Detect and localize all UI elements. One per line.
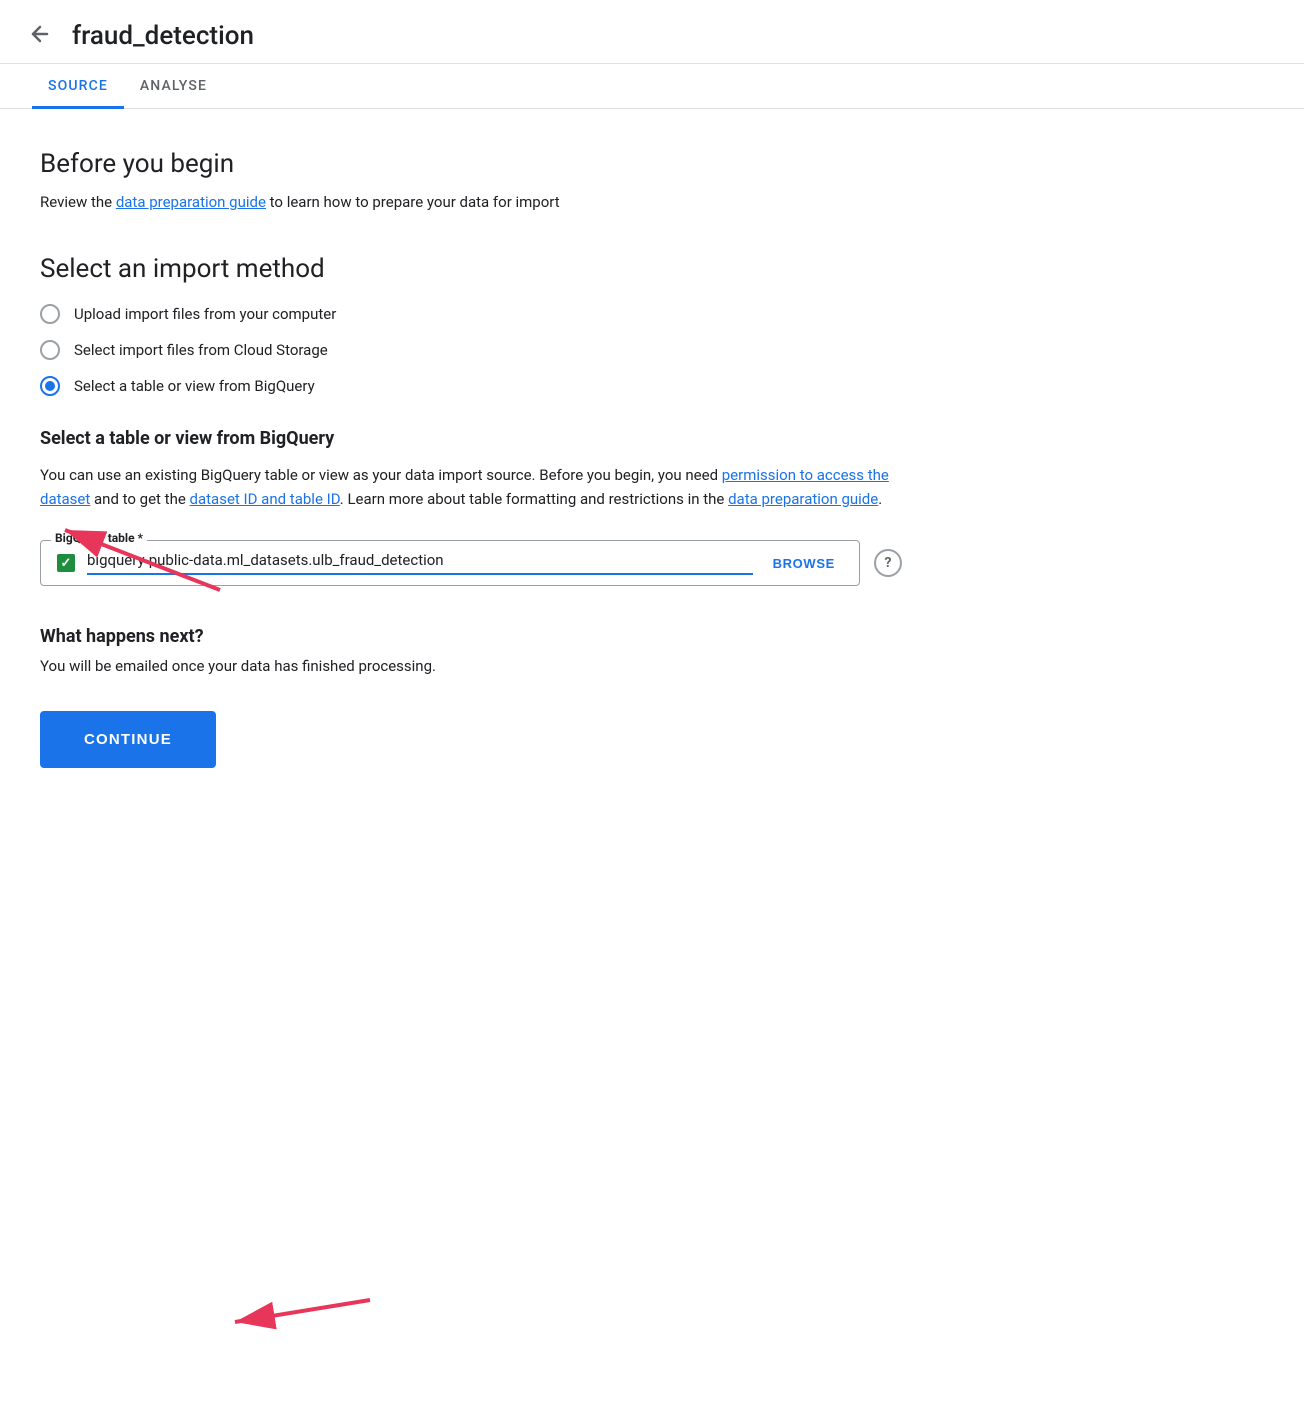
radio-cloud-circle bbox=[40, 340, 60, 360]
radio-bigquery[interactable]: Select a table or view from BigQuery bbox=[40, 376, 940, 396]
continue-button[interactable]: CONTINUE bbox=[40, 711, 216, 768]
dataset-id-link[interactable]: dataset ID and table ID bbox=[190, 490, 340, 508]
bigquery-field-value[interactable]: bigquery-public-data.ml_datasets.ulb_fra… bbox=[87, 551, 753, 575]
help-icon[interactable]: ? bbox=[874, 549, 902, 577]
what-next-title: What happens next? bbox=[40, 626, 940, 647]
before-begin-suffix: to learn how to prepare your data for im… bbox=[266, 193, 560, 211]
radio-upload-circle bbox=[40, 304, 60, 324]
radio-bigquery-circle bbox=[40, 376, 60, 396]
bq-section-title: Select a table or view from BigQuery bbox=[40, 428, 940, 449]
import-method-options: Upload import files from your computer S… bbox=[40, 304, 940, 396]
data-prep-guide-link-2[interactable]: data preparation guide bbox=[728, 490, 878, 508]
before-begin-description: Review the data preparation guide to lea… bbox=[40, 191, 940, 214]
bigquery-section: Select a table or view from BigQuery You… bbox=[40, 428, 940, 587]
main-content: Before you begin Review the data prepara… bbox=[0, 109, 980, 828]
before-begin-prefix: Review the bbox=[40, 193, 116, 211]
page-title: fraud_detection bbox=[72, 21, 254, 51]
import-method-title: Select an import method bbox=[40, 254, 940, 284]
bigquery-field-wrapper: BigQuery table * bigquery-public-data.ml… bbox=[40, 540, 940, 586]
bigquery-field-label: BigQuery table * bbox=[51, 531, 147, 545]
radio-bigquery-label: Select a table or view from BigQuery bbox=[74, 377, 315, 395]
tabs-bar: SOURCE ANALYSE bbox=[0, 64, 1304, 109]
continue-area: CONTINUE bbox=[40, 711, 216, 768]
bigquery-field-box: BigQuery table * bigquery-public-data.ml… bbox=[40, 540, 860, 586]
browse-button[interactable]: BROWSE bbox=[765, 556, 843, 571]
field-checkbox-green bbox=[57, 554, 75, 572]
bq-desc-middle: and to get the bbox=[90, 490, 189, 508]
radio-upload-label: Upload import files from your computer bbox=[74, 305, 336, 323]
radio-cloud-storage[interactable]: Select import files from Cloud Storage bbox=[40, 340, 940, 360]
header: fraud_detection bbox=[0, 0, 1304, 64]
tab-analyse[interactable]: ANALYSE bbox=[124, 64, 223, 109]
before-begin-section: Before you begin Review the data prepara… bbox=[40, 149, 940, 214]
bq-description: You can use an existing BigQuery table o… bbox=[40, 463, 940, 513]
before-begin-title: Before you begin bbox=[40, 149, 940, 179]
tab-source[interactable]: SOURCE bbox=[32, 64, 124, 109]
field-inner: bigquery-public-data.ml_datasets.ulb_fra… bbox=[57, 551, 843, 575]
radio-upload[interactable]: Upload import files from your computer bbox=[40, 304, 940, 324]
what-next-section: What happens next? You will be emailed o… bbox=[40, 626, 940, 675]
what-next-description: You will be emailed once your data has f… bbox=[40, 657, 940, 675]
bq-desc-end: . Learn more about table formatting and … bbox=[340, 490, 728, 508]
data-prep-guide-link-1[interactable]: data preparation guide bbox=[116, 193, 266, 211]
back-button[interactable] bbox=[24, 18, 56, 53]
import-method-section: Select an import method Upload import fi… bbox=[40, 254, 940, 396]
bq-desc-final: . bbox=[878, 490, 882, 508]
bq-desc-prefix: You can use an existing BigQuery table o… bbox=[40, 466, 722, 484]
radio-cloud-label: Select import files from Cloud Storage bbox=[74, 341, 328, 359]
